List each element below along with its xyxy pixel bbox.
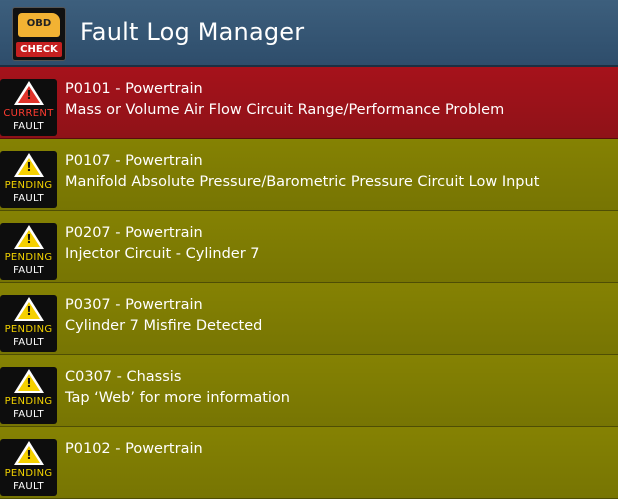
fault-status-badge: ! PENDING FAULT [0, 295, 57, 352]
badge-fault-label: FAULT [13, 265, 44, 276]
badge-status-label: CURRENT [3, 108, 54, 119]
badge-status-label: PENDING [4, 252, 53, 263]
fault-code: P0107 - Powertrain [65, 153, 203, 169]
fault-code: C0307 - Chassis [65, 369, 182, 385]
fault-row[interactable]: ! PENDING FAULT P0307 - Powertrain Cylin… [0, 283, 618, 355]
fault-description: Mass or Volume Air Flow Circuit Range/Pe… [65, 102, 505, 118]
exclamation-icon: ! [26, 160, 32, 174]
page-title: Fault Log Manager [80, 18, 305, 46]
fault-description: Manifold Absolute Pressure/Barometric Pr… [65, 174, 540, 190]
exclamation-icon: ! [26, 376, 32, 390]
action-bar: OBD CHECK Fault Log Manager [0, 0, 618, 67]
fault-code: P0101 - Powertrain [65, 81, 203, 97]
fault-list[interactable]: ! CURRENT FAULT P0101 - Powertrain Mass … [0, 67, 618, 499]
badge-fault-label: FAULT [13, 481, 44, 492]
fault-status-badge: ! PENDING FAULT [0, 151, 57, 208]
badge-status-label: PENDING [4, 324, 53, 335]
fault-description: Tap ‘Web’ for more information [65, 390, 290, 406]
fault-status-badge: ! PENDING FAULT [0, 439, 57, 496]
exclamation-icon: ! [26, 232, 32, 246]
fault-description: Injector Circuit - Cylinder 7 [65, 246, 260, 262]
fault-status-badge: ! PENDING FAULT [0, 223, 57, 280]
badge-fault-label: FAULT [13, 409, 44, 420]
exclamation-icon: ! [26, 448, 32, 462]
badge-status-label: PENDING [4, 396, 53, 407]
app-icon-top-text: OBD [26, 18, 52, 29]
fault-status-badge: ! CURRENT FAULT [0, 79, 57, 136]
badge-status-label: PENDING [4, 180, 53, 191]
fault-row[interactable]: ! PENDING FAULT P0107 - Powertrain Manif… [0, 139, 618, 211]
badge-fault-label: FAULT [13, 193, 44, 204]
obd-check-engine-icon[interactable]: OBD CHECK [12, 7, 66, 61]
fault-code: P0207 - Powertrain [65, 225, 203, 241]
fault-row[interactable]: ! PENDING FAULT P0207 - Powertrain Injec… [0, 211, 618, 283]
fault-row[interactable]: ! PENDING FAULT C0307 - Chassis Tap ‘Web… [0, 355, 618, 427]
fault-status-badge: ! PENDING FAULT [0, 367, 57, 424]
fault-code: P0307 - Powertrain [65, 297, 203, 313]
fault-row[interactable]: ! PENDING FAULT P0102 - Powertrain [0, 427, 618, 499]
badge-fault-label: FAULT [13, 121, 44, 132]
badge-status-label: PENDING [4, 468, 53, 479]
exclamation-icon: ! [26, 304, 32, 318]
fault-description: Cylinder 7 Misfire Detected [65, 318, 263, 334]
app-icon-bottom-text: CHECK [16, 42, 62, 57]
badge-fault-label: FAULT [13, 337, 44, 348]
fault-code: P0102 - Powertrain [65, 441, 203, 457]
exclamation-icon: ! [26, 88, 32, 102]
fault-row[interactable]: ! CURRENT FAULT P0101 - Powertrain Mass … [0, 67, 618, 139]
